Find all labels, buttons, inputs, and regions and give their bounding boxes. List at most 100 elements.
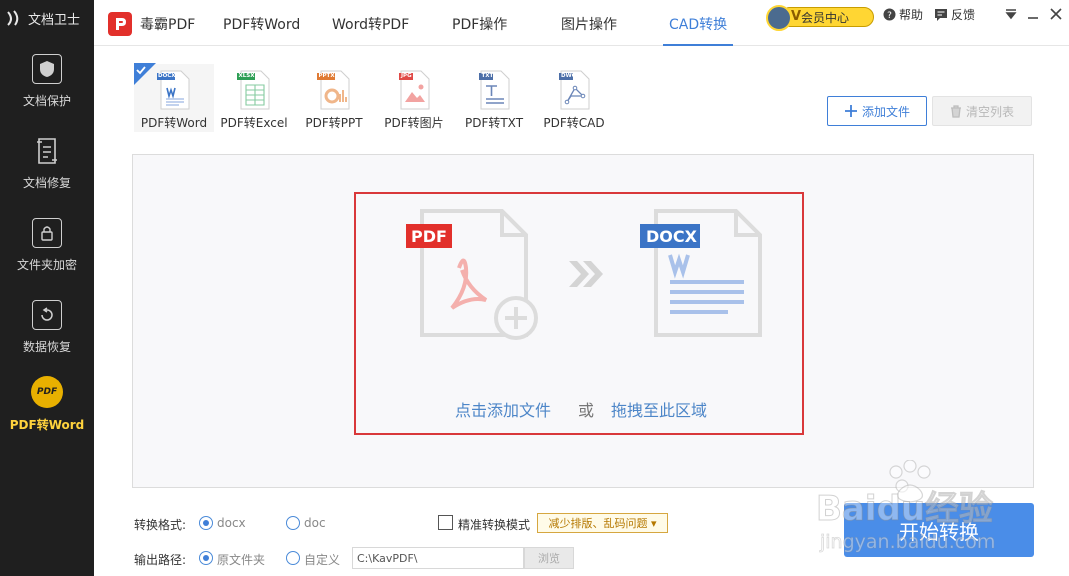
close-icon[interactable] bbox=[1050, 8, 1062, 20]
format-tag: DOCX bbox=[158, 73, 176, 79]
output-original-label: 原文件夹 bbox=[217, 553, 266, 567]
precise-mode-label: 精准转换模式 bbox=[458, 518, 531, 532]
app-window: 文档卫士 文档保护 文档修复 文件夹加密 数据恢复 PDF PDF转Word 毒… bbox=[0, 0, 1069, 576]
or-text: 或 bbox=[578, 401, 595, 420]
txt-file-icon: TXT bbox=[477, 70, 511, 110]
feedback-button[interactable]: 反馈 bbox=[934, 6, 975, 23]
format-docx-label: docx bbox=[217, 516, 246, 530]
add-file-button[interactable]: 添加文件 bbox=[827, 96, 927, 126]
help-label: 帮助 bbox=[899, 8, 924, 22]
format-tag: DWG bbox=[561, 73, 577, 79]
format-tag: JPG bbox=[401, 73, 412, 79]
output-path-input[interactable]: C:\KavPDF\ bbox=[352, 547, 524, 569]
member-pill: V 会员中心 bbox=[780, 7, 874, 27]
format-tabs: DOCX PDF转Word XLSX PDF转Excel PPTX PDF转PP… bbox=[94, 46, 1069, 132]
browse-button[interactable]: 浏览 bbox=[524, 547, 574, 569]
precise-badge-text: 减少排版、乱码问题 ▾ bbox=[548, 517, 657, 530]
sidebar-title: 文档卫士 bbox=[28, 12, 81, 28]
app-logo-icon bbox=[7, 10, 19, 26]
format-tab-pdf-to-excel[interactable]: XLSX PDF转Excel bbox=[214, 64, 294, 132]
member-center-button[interactable]: V 会员中心 bbox=[766, 5, 876, 31]
format-doc-radio[interactable] bbox=[286, 516, 300, 530]
precise-mode-dropdown[interactable]: 减少排版、乱码问题 ▾ bbox=[537, 513, 668, 533]
help-button[interactable]: ? 帮助 bbox=[883, 6, 923, 23]
restore-icon bbox=[32, 300, 62, 330]
output-original-radio[interactable] bbox=[199, 551, 213, 565]
sidebar-item-label: 数据恢复 bbox=[22, 340, 71, 354]
pdf-coin-icon: PDF bbox=[31, 376, 63, 408]
dropdown-menu-icon[interactable] bbox=[1005, 8, 1017, 20]
format-doc-label: doc bbox=[304, 516, 326, 530]
output-path-value: C:\KavPDF\ bbox=[357, 551, 418, 565]
jpg-file-icon: JPG bbox=[397, 70, 431, 110]
tab-pdf-operations[interactable]: PDF操作 bbox=[452, 14, 507, 34]
svg-text:?: ? bbox=[887, 11, 892, 21]
app-name: 毒霸PDF bbox=[140, 17, 196, 33]
tab-cad-convert[interactable]: CAD转换 bbox=[669, 14, 727, 34]
feedback-label: 反馈 bbox=[951, 8, 976, 22]
browse-label: 浏览 bbox=[538, 552, 560, 565]
help-icon: ? bbox=[883, 8, 896, 21]
sidebar-item-pdf-to-word[interactable]: PDF PDF转Word bbox=[0, 358, 94, 438]
precise-mode-checkbox[interactable] bbox=[438, 515, 453, 530]
drag-here-text: 拖拽至此区域 bbox=[611, 401, 708, 420]
dst-format-tag: DOCX bbox=[646, 227, 697, 246]
clear-list-label: 清空列表 bbox=[965, 104, 1014, 119]
format-tab-pdf-to-cad[interactable]: DWG PDF转CAD bbox=[534, 64, 614, 132]
sidebar-header: 文档卫士 bbox=[0, 0, 94, 36]
format-tab-label: PDF转Word bbox=[140, 116, 208, 130]
start-convert-button[interactable]: 开始转换 bbox=[844, 503, 1034, 557]
pptx-file-icon: PPTX bbox=[317, 70, 351, 110]
pdf-logo-icon bbox=[108, 12, 132, 36]
add-file-label: 添加文件 bbox=[861, 104, 910, 119]
sidebar-item-data-recovery[interactable]: 数据恢复 bbox=[0, 282, 94, 362]
pdf-coin-badge: PDF bbox=[36, 387, 58, 397]
lock-folder-icon bbox=[32, 218, 62, 248]
format-tab-pdf-to-image[interactable]: JPG PDF转图片 bbox=[374, 64, 454, 132]
member-label: 会员中心 bbox=[801, 10, 850, 25]
top-bar: 毒霸PDF PDF转Word Word转PDF PDF操作 图片操作 CAD转换… bbox=[94, 0, 1069, 46]
vip-v-icon: V bbox=[791, 9, 802, 24]
format-docx-radio[interactable] bbox=[199, 516, 213, 530]
avatar bbox=[766, 5, 792, 31]
sidebar-item-repair[interactable]: 文档修复 bbox=[0, 118, 94, 198]
output-custom-label: 自定义 bbox=[304, 553, 341, 567]
feedback-icon bbox=[935, 9, 947, 21]
start-convert-label: 开始转换 bbox=[899, 519, 979, 544]
dwg-file-icon: DWG bbox=[557, 70, 591, 110]
format-tab-label: PDF转TXT bbox=[464, 116, 524, 130]
click-add-file-link[interactable]: 点击添加文件 bbox=[455, 397, 551, 421]
trash-icon bbox=[950, 104, 961, 118]
format-tab-label: PDF转图片 bbox=[384, 116, 444, 130]
sidebar: 文档卫士 文档保护 文档修复 文件夹加密 数据恢复 PDF PDF转Word bbox=[0, 0, 94, 576]
src-format-tag: PDF bbox=[411, 227, 447, 246]
minimize-icon[interactable] bbox=[1027, 8, 1039, 20]
tab-pdf-to-word[interactable]: PDF转Word bbox=[223, 14, 300, 34]
xlsx-file-icon: XLSX bbox=[237, 70, 271, 110]
format-tab-pdf-to-txt[interactable]: TXT PDF转TXT bbox=[454, 64, 534, 132]
format-tab-pdf-to-ppt[interactable]: PPTX PDF转PPT bbox=[294, 64, 374, 132]
format-tab-label: PDF转PPT bbox=[305, 116, 363, 130]
tab-image-operations[interactable]: 图片操作 bbox=[561, 14, 617, 34]
format-tab-label: PDF转CAD bbox=[543, 116, 605, 130]
output-custom-radio[interactable] bbox=[286, 551, 300, 565]
sidebar-item-label: 文件夹加密 bbox=[16, 258, 77, 272]
sidebar-item-protect[interactable]: 文档保护 bbox=[0, 36, 94, 116]
output-path-label: 输出路径: bbox=[134, 553, 187, 567]
format-tag: PPTX bbox=[318, 73, 335, 79]
repair-doc-icon bbox=[32, 136, 62, 166]
double-chevron-icon bbox=[569, 261, 603, 287]
shield-icon bbox=[32, 54, 62, 84]
sidebar-item-label: 文档修复 bbox=[22, 176, 71, 190]
clear-list-button[interactable]: 清空列表 bbox=[932, 96, 1032, 126]
sidebar-item-label: 文档保护 bbox=[22, 94, 71, 108]
tab-word-to-pdf[interactable]: Word转PDF bbox=[332, 14, 409, 34]
format-tag: XLSX bbox=[238, 73, 255, 79]
sidebar-item-label: PDF转Word bbox=[9, 418, 85, 432]
selected-check-icon bbox=[134, 63, 156, 85]
sidebar-item-folder-encrypt[interactable]: 文件夹加密 bbox=[0, 200, 94, 280]
plus-icon bbox=[844, 105, 857, 117]
format-option-label: 转换格式: bbox=[134, 518, 187, 532]
docx-file-icon: DOCX bbox=[157, 70, 191, 110]
format-tag: TXT bbox=[481, 73, 494, 79]
